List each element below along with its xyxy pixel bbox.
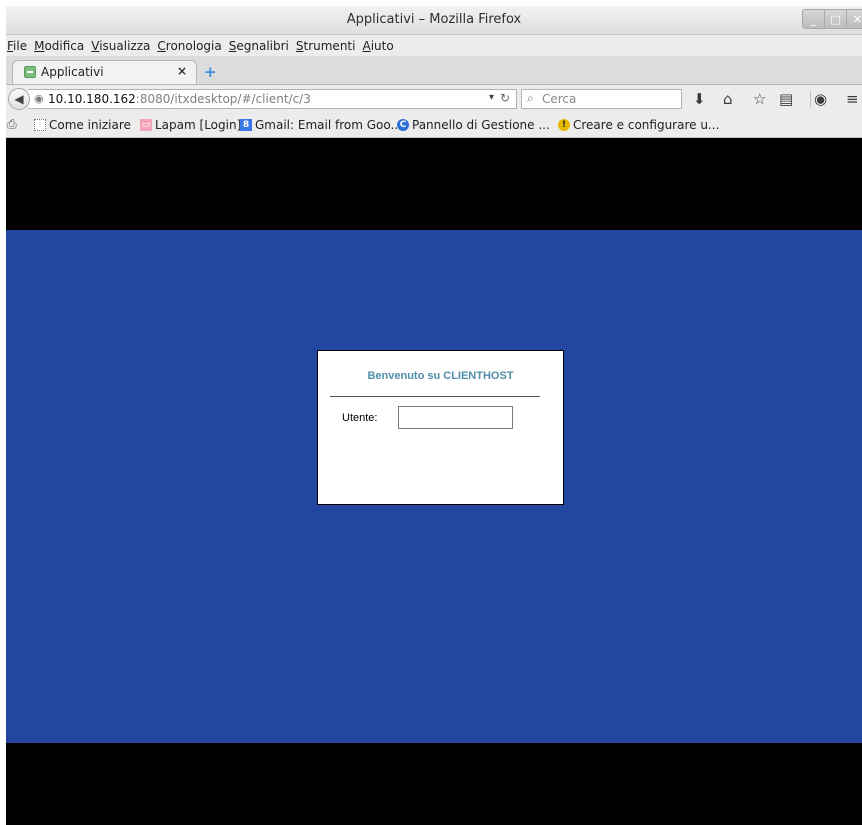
tab-close-icon[interactable]: ×	[177, 64, 187, 78]
star-icon[interactable]: ☆	[753, 89, 766, 109]
reading-list-icon[interactable]: ▤	[779, 89, 793, 109]
hamburger-menu-icon[interactable]: ≡	[846, 89, 859, 109]
url-text: 10.10.180.162:8080/itxdesktop/#/client/c…	[48, 92, 311, 106]
search-placeholder: Cerca	[542, 92, 577, 106]
url-host: 10.10.180.162	[48, 92, 136, 106]
menu-bar: File Modifica Visualizza Cronologia Segn…	[6, 35, 862, 56]
search-bar[interactable]: ⌕ Cerca	[521, 89, 682, 109]
back-arrow-icon[interactable]: ◀	[8, 88, 30, 110]
tab-label: Applicativi	[41, 65, 104, 79]
pocket-icon[interactable]: ◉	[814, 89, 827, 109]
divider	[330, 396, 540, 397]
bookmark-come-iniziare[interactable]: Come iniziare	[34, 118, 131, 132]
download-icon[interactable]: ⬇	[693, 89, 706, 109]
menu-strumenti[interactable]: Strumenti	[295, 39, 361, 53]
bookmark-label: Lapam [Login]	[155, 118, 242, 132]
home-icon[interactable]: ⌂	[723, 89, 733, 109]
bookmarks-bar: ⎙ Come iniziare ▭ Lapam [Login] 8 Gmail:…	[6, 114, 862, 138]
menu-segnalibri[interactable]: Segnalibri	[228, 39, 294, 53]
lapam-icon: ▭	[140, 119, 152, 131]
bookmark-label: Come iniziare	[49, 118, 131, 132]
bookmark-lapam[interactable]: ▭ Lapam [Login]	[140, 118, 241, 132]
chevron-down-icon[interactable]: ▾	[489, 92, 494, 103]
user-label: Utente:	[342, 412, 378, 424]
menu-cronologia[interactable]: Cronologia	[156, 39, 226, 53]
bookmark-pannello[interactable]: C Pannello di Gestione ...	[397, 118, 550, 132]
minimize-button[interactable]: _	[802, 9, 824, 29]
login-dialog: Benvenuto su CLIENTHOST Utente:	[317, 350, 564, 505]
tab-applicativi[interactable]: Applicativi ×	[12, 60, 197, 84]
browser-window: Applicativi – Mozilla Firefox _ □ ✕ File…	[6, 6, 862, 825]
reload-icon[interactable]: ↻	[500, 91, 510, 105]
title-bar: Applicativi – Mozilla Firefox _ □ ✕	[6, 6, 862, 35]
search-icon: ⌕	[527, 91, 534, 105]
menu-modifica[interactable]: Modifica	[33, 39, 89, 53]
tab-favicon-icon	[24, 66, 36, 78]
remote-desktop-panel: Benvenuto su CLIENTHOST Utente:	[6, 230, 862, 743]
new-tab-button[interactable]: +	[204, 63, 217, 81]
panel-icon: C	[397, 119, 409, 131]
url-path: :8080/itxdesktop/#/client/c/3	[135, 92, 311, 106]
tab-strip: Applicativi × +	[6, 56, 862, 85]
url-bar[interactable]: ◉ 10.10.180.162:8080/itxdesktop/#/client…	[28, 89, 517, 109]
toolbar-separator	[810, 91, 811, 107]
maximize-button[interactable]: □	[824, 9, 846, 29]
window-title: Applicativi – Mozilla Firefox	[346, 12, 522, 27]
google-icon: 8	[240, 119, 252, 131]
menu-aiuto[interactable]: Aiuto	[361, 39, 398, 53]
welcome-heading: Benvenuto su CLIENTHOST	[367, 370, 514, 382]
bookmark-label: Creare e configurare u...	[573, 118, 720, 132]
window-controls: _ □ ✕	[802, 9, 862, 29]
menu-file[interactable]: File	[6, 39, 32, 53]
navigation-bar: ◉ 10.10.180.162:8080/itxdesktop/#/client…	[6, 85, 862, 113]
close-window-button[interactable]: ✕	[846, 9, 862, 29]
info-icon: !	[558, 119, 570, 131]
page-content: Benvenuto su CLIENTHOST Utente:	[6, 138, 862, 825]
printer-icon[interactable]: ⎙	[7, 117, 17, 132]
bookmark-gmail[interactable]: 8 Gmail: Email from Goo...	[240, 118, 402, 132]
username-input[interactable]	[398, 406, 513, 429]
page-icon	[34, 119, 46, 131]
bookmark-label: Pannello di Gestione ...	[412, 118, 550, 132]
globe-icon: ◉	[34, 92, 44, 105]
bookmark-creare[interactable]: ! Creare e configurare u...	[558, 118, 719, 132]
menu-visualizza[interactable]: Visualizza	[90, 39, 155, 53]
bookmark-label: Gmail: Email from Goo...	[255, 118, 402, 132]
